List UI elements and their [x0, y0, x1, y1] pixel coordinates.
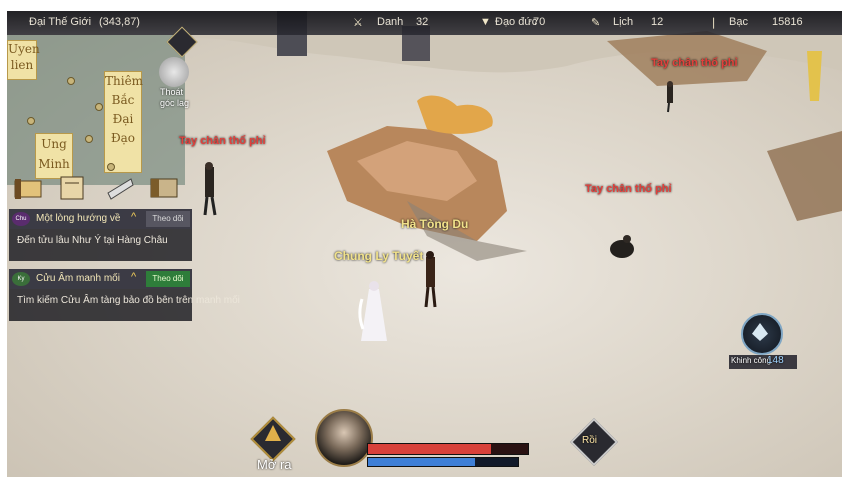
quest-description: Tìm kiếm Cửu Âm tàng bảo đồ bên trên man… [17, 295, 240, 306]
action-label: Rồi [582, 435, 598, 446]
lich-icon: ✎ [591, 17, 601, 29]
cup-icon: ▼ [480, 16, 491, 28]
bandit-character[interactable] [607, 229, 637, 265]
qinggong-value: 148 [767, 355, 784, 366]
qinggong-label: Khinh công [731, 356, 772, 365]
collapse-icon[interactable]: ^ [131, 211, 136, 223]
player-avatar[interactable] [315, 409, 373, 467]
arrow-up-icon [265, 425, 281, 441]
open-menu-label: Mở ra [257, 457, 292, 472]
scroll-tool-button[interactable] [11, 171, 45, 205]
quest-type-badge: Ky [12, 272, 30, 286]
player-character-ha-tong-du[interactable] [419, 249, 441, 309]
npc-name-bandit: Tay chân thổ phỉ [585, 183, 672, 195]
exit-lag-label[interactable]: Thoát góc lag [160, 87, 189, 109]
location-name: Đại Thế Giới [29, 16, 92, 28]
minimap-marker [95, 103, 103, 111]
stat-value-bac: 15816 [772, 16, 803, 28]
minimap-label-thiem: Thiêm Bắc Đại Đạo [104, 71, 143, 173]
quest-follow-button[interactable]: Theo dõi [146, 211, 190, 227]
stat-label-bac: Bạc [729, 16, 748, 28]
top-status-bar: Đại Thế Giới (343,87) ⚔ Danh 32 ▼ Đạo đứ… [7, 11, 842, 35]
quest-description: Đến tửu lâu Như Ý tại Hàng Châu [17, 235, 168, 246]
ledger-tool-button[interactable] [147, 171, 181, 205]
book-tool-button[interactable] [55, 171, 89, 205]
quest-panel-side[interactable]: Ky Cửu Âm manh mối ^ Theo dõi Tìm kiếm C… [9, 269, 240, 321]
npc-name-bandit: Tay chân thổ phỉ [179, 135, 266, 147]
stat-label-lich: Lịch [613, 16, 634, 28]
bandit-character[interactable] [197, 161, 221, 217]
mp-bar-fill [368, 458, 475, 466]
game-viewport[interactable]: Đại Thế Giới (343,87) ⚔ Danh 32 ▼ Đạo đứ… [7, 11, 842, 477]
stat-value-daoduc: 70 [533, 16, 546, 28]
minimap-marker [107, 163, 115, 171]
minimap-marker [27, 117, 35, 125]
minimap[interactable]: Uyen lien Thiêm Bắc Đại Đạo Ung Minh [7, 35, 185, 185]
hp-bar-fill [368, 444, 491, 454]
quest-title: Cửu Âm manh mối [36, 273, 120, 284]
stat-label-daoduc: Đạo đức [495, 16, 538, 28]
bandit-character[interactable] [663, 81, 677, 113]
minimap-label-uyen: Uyen lien [7, 40, 40, 80]
quest-panel-main[interactable]: Chu Một lòng hướng về ^ Theo dõi Đến tửu… [9, 209, 192, 261]
minimap-marker [85, 135, 93, 143]
stat-value-danh: 32 [416, 16, 429, 28]
leaf-icon[interactable] [159, 57, 189, 87]
sword-icon: ⚔ [353, 17, 363, 29]
bottom-hud: Mở ra Rồi [247, 409, 627, 477]
stat-value-lich: 12 [651, 16, 664, 28]
player-name-ha-tong-du: Hà Tòng Du [401, 217, 469, 231]
npc-name-bandit: Tay chân thổ phỉ [651, 57, 738, 69]
paper-tool-button[interactable] [103, 171, 137, 205]
stat-label-danh: Danh [377, 16, 404, 28]
quest-follow-button[interactable]: Theo dõi [146, 271, 190, 287]
coin-icon: ❘ [709, 17, 719, 29]
function-toolbar [7, 171, 192, 209]
quest-type-badge: Chu [12, 212, 30, 226]
player-name-chung-ly-tuyet: Chung Ly Tuyết [334, 249, 424, 263]
player-character-chung-ly-tuyet[interactable] [357, 279, 391, 349]
quest-title: Một lòng hướng về [36, 213, 121, 224]
collapse-icon[interactable]: ^ [131, 271, 136, 283]
minimap-marker [67, 77, 75, 85]
location-coords: (343,87) [99, 16, 140, 28]
